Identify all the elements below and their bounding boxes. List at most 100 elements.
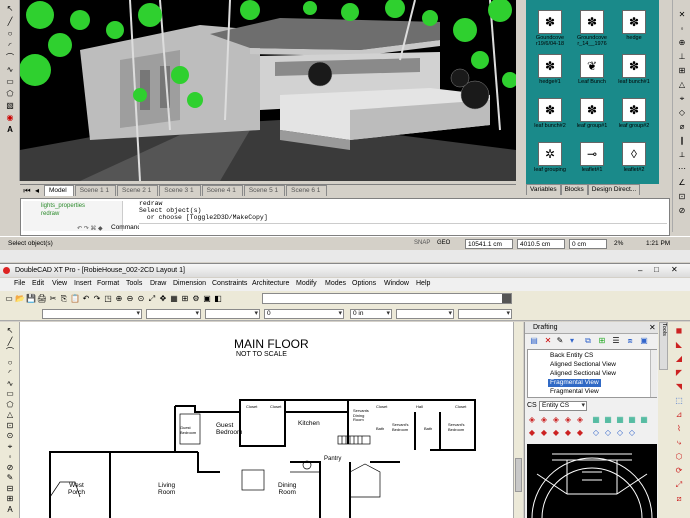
- menu-edit[interactable]: Edit: [32, 280, 44, 287]
- toolbar-button-icon[interactable]: ▦: [169, 294, 179, 304]
- menu-dimension[interactable]: Dimension: [173, 280, 206, 287]
- view-tool-icon[interactable]: ◈: [539, 415, 549, 425]
- symbol-item[interactable]: ✽ leaf group#2: [614, 96, 654, 138]
- rectangle-tool-icon[interactable]: ▭: [5, 77, 15, 87]
- y-coordinate-field[interactable]: 4010.5 cm: [517, 239, 565, 249]
- menu-view[interactable]: View: [52, 280, 67, 287]
- modify-tool-icon[interactable]: ⬡: [674, 452, 684, 462]
- toolbar-button-icon[interactable]: ▣: [202, 294, 212, 304]
- tab-scene[interactable]: Scene 5 1: [243, 185, 286, 196]
- snap-insert-icon[interactable]: ⊡: [677, 192, 687, 202]
- arc-tool-icon[interactable]: ◜: [5, 41, 15, 51]
- symbol-item[interactable]: ✽ leaf bunch#2: [530, 96, 570, 138]
- layer-dropdown-icon[interactable]: [502, 294, 511, 303]
- snap-endpoint-icon[interactable]: ◦: [677, 24, 687, 34]
- modify-tool-icon[interactable]: ⤷: [674, 438, 684, 448]
- draw-tool-icon[interactable]: ⊟: [5, 484, 15, 494]
- library-tab[interactable]: Variables: [526, 184, 561, 195]
- draw-tool-icon[interactable]: ⌖: [5, 442, 15, 452]
- tab-scene[interactable]: Scene 6 1: [286, 185, 328, 196]
- modify-tool-icon[interactable]: ◼: [674, 326, 684, 336]
- minimize-icon[interactable]: –: [638, 266, 642, 275]
- polygon-tool-icon[interactable]: ⬠: [5, 89, 15, 99]
- scale-select[interactable]: [396, 309, 454, 319]
- menu-options[interactable]: Options: [352, 280, 376, 287]
- toolbar-button-icon[interactable]: 🖨: [37, 294, 47, 304]
- geo-label[interactable]: GEO: [437, 240, 450, 246]
- linestyle-select[interactable]: [146, 309, 201, 319]
- history-item[interactable]: redraw: [41, 211, 59, 217]
- view-tool-icon[interactable]: ◆: [539, 428, 549, 438]
- symbol-item[interactable]: ❦ Leaf Bunch: [572, 52, 612, 94]
- draw-tool-icon[interactable]: ⬠: [5, 400, 15, 410]
- delete-icon[interactable]: ✕: [543, 336, 553, 346]
- vertical-scrollbar[interactable]: [513, 322, 523, 518]
- draw-tool-icon[interactable]: ∿: [5, 379, 15, 389]
- view-tool-icon[interactable]: ◇: [615, 428, 625, 438]
- menu-insert[interactable]: Insert: [74, 280, 92, 287]
- tree-item-fragmental-view-selected[interactable]: Fragmental View: [548, 379, 601, 387]
- toolbar-button-icon[interactable]: ✂: [48, 294, 58, 304]
- draw-tool-icon[interactable]: ◦: [5, 452, 15, 462]
- menu-window[interactable]: Window: [384, 280, 409, 287]
- tab-scene[interactable]: Scene 3 1: [159, 185, 201, 196]
- snap-label[interactable]: SNAP: [414, 240, 430, 246]
- draw-tool-icon[interactable]: A: [5, 505, 15, 515]
- draw-tool-icon[interactable]: ⊡: [5, 421, 15, 431]
- view-tool-icon[interactable]: ◆: [551, 428, 561, 438]
- view-tool-icon[interactable]: ◈: [563, 415, 573, 425]
- snap-parallel-icon[interactable]: ∥: [677, 136, 687, 146]
- view-tool-icon[interactable]: ◆: [527, 428, 537, 438]
- tab-scroll-first-icon[interactable]: ⏮: [22, 186, 32, 196]
- command-input[interactable]: [139, 223, 667, 233]
- view-tool-icon[interactable]: ▦: [639, 415, 649, 425]
- view-tool-icon[interactable]: ▦: [603, 415, 613, 425]
- copy-icon[interactable]: ⧉: [583, 336, 593, 346]
- symbol-item[interactable]: ✽ leaf bunch#1: [614, 52, 654, 94]
- symbol-item[interactable]: ◊ leaflet#2: [614, 140, 654, 182]
- snap-grid-icon[interactable]: ⊞: [677, 66, 687, 76]
- toolbar-button-icon[interactable]: ⊙: [136, 294, 146, 304]
- fill-tool-icon[interactable]: ◉: [5, 113, 15, 123]
- view-tool-icon[interactable]: ◆: [575, 428, 585, 438]
- toolbar-button-icon[interactable]: ▭: [4, 294, 14, 304]
- tree-scrollbar[interactable]: [650, 350, 657, 397]
- maximize-icon[interactable]: □: [654, 265, 659, 274]
- close-icon[interactable]: ✕: [671, 265, 678, 274]
- view-tool-icon[interactable]: ▦: [615, 415, 625, 425]
- panel-splitter[interactable]: [516, 0, 525, 196]
- snap-extension-icon[interactable]: ⋯: [677, 164, 687, 174]
- pen-select[interactable]: [205, 309, 260, 319]
- view-tool-icon[interactable]: ◇: [591, 428, 601, 438]
- draw-tool-icon[interactable]: ⊘: [5, 463, 15, 473]
- floor-plan-canvas[interactable]: MAIN FLOOR NOT TO SCALE Guest Bedroom Gu…: [20, 322, 513, 518]
- modify-tool-icon[interactable]: ⧄: [674, 494, 684, 504]
- symbol-item[interactable]: ✽ Groundcove r_14__1976: [572, 8, 612, 50]
- symbol-item[interactable]: ✽ leaf group#1: [572, 96, 612, 138]
- snap-perpendicular-icon[interactable]: ⟂: [677, 150, 687, 160]
- view-tool-icon[interactable]: ◆: [563, 428, 573, 438]
- snap-off-icon[interactable]: ⊘: [677, 206, 687, 216]
- symbol-item[interactable]: ✲ leaf grouping: [530, 140, 570, 182]
- symbol-item[interactable]: ✽ hedge: [614, 8, 654, 50]
- app-logo-icon[interactable]: [3, 267, 10, 274]
- draw-tool-icon[interactable]: ↖: [5, 326, 15, 336]
- menu-constraints[interactable]: Constraints: [212, 280, 247, 287]
- filter-icon[interactable]: ▾: [567, 336, 577, 346]
- width-select[interactable]: 0: [264, 309, 344, 319]
- toolbar-button-icon[interactable]: ↷: [92, 294, 102, 304]
- edit-icon[interactable]: ✎: [555, 336, 565, 346]
- library-tab[interactable]: Blocks: [560, 184, 588, 195]
- snap-center-icon[interactable]: ⊕: [677, 38, 687, 48]
- snap-midpoint-icon[interactable]: △: [677, 80, 687, 90]
- toolbar-button-icon[interactable]: ⤢: [147, 294, 157, 304]
- move-icon[interactable]: ⊞: [597, 336, 607, 346]
- style-select[interactable]: [458, 309, 512, 319]
- draw-tool-icon[interactable]: ⊞: [5, 494, 15, 504]
- x-coordinate-field[interactable]: 10541.1 cm: [465, 239, 513, 249]
- modify-tool-icon[interactable]: ⊿: [674, 410, 684, 420]
- snap-nearest-icon[interactable]: ⌀: [677, 122, 687, 132]
- view-icon[interactable]: ▣: [639, 336, 649, 346]
- library-tab[interactable]: Design Direct...: [587, 184, 641, 195]
- toolbar-button-icon[interactable]: 📂: [15, 294, 25, 304]
